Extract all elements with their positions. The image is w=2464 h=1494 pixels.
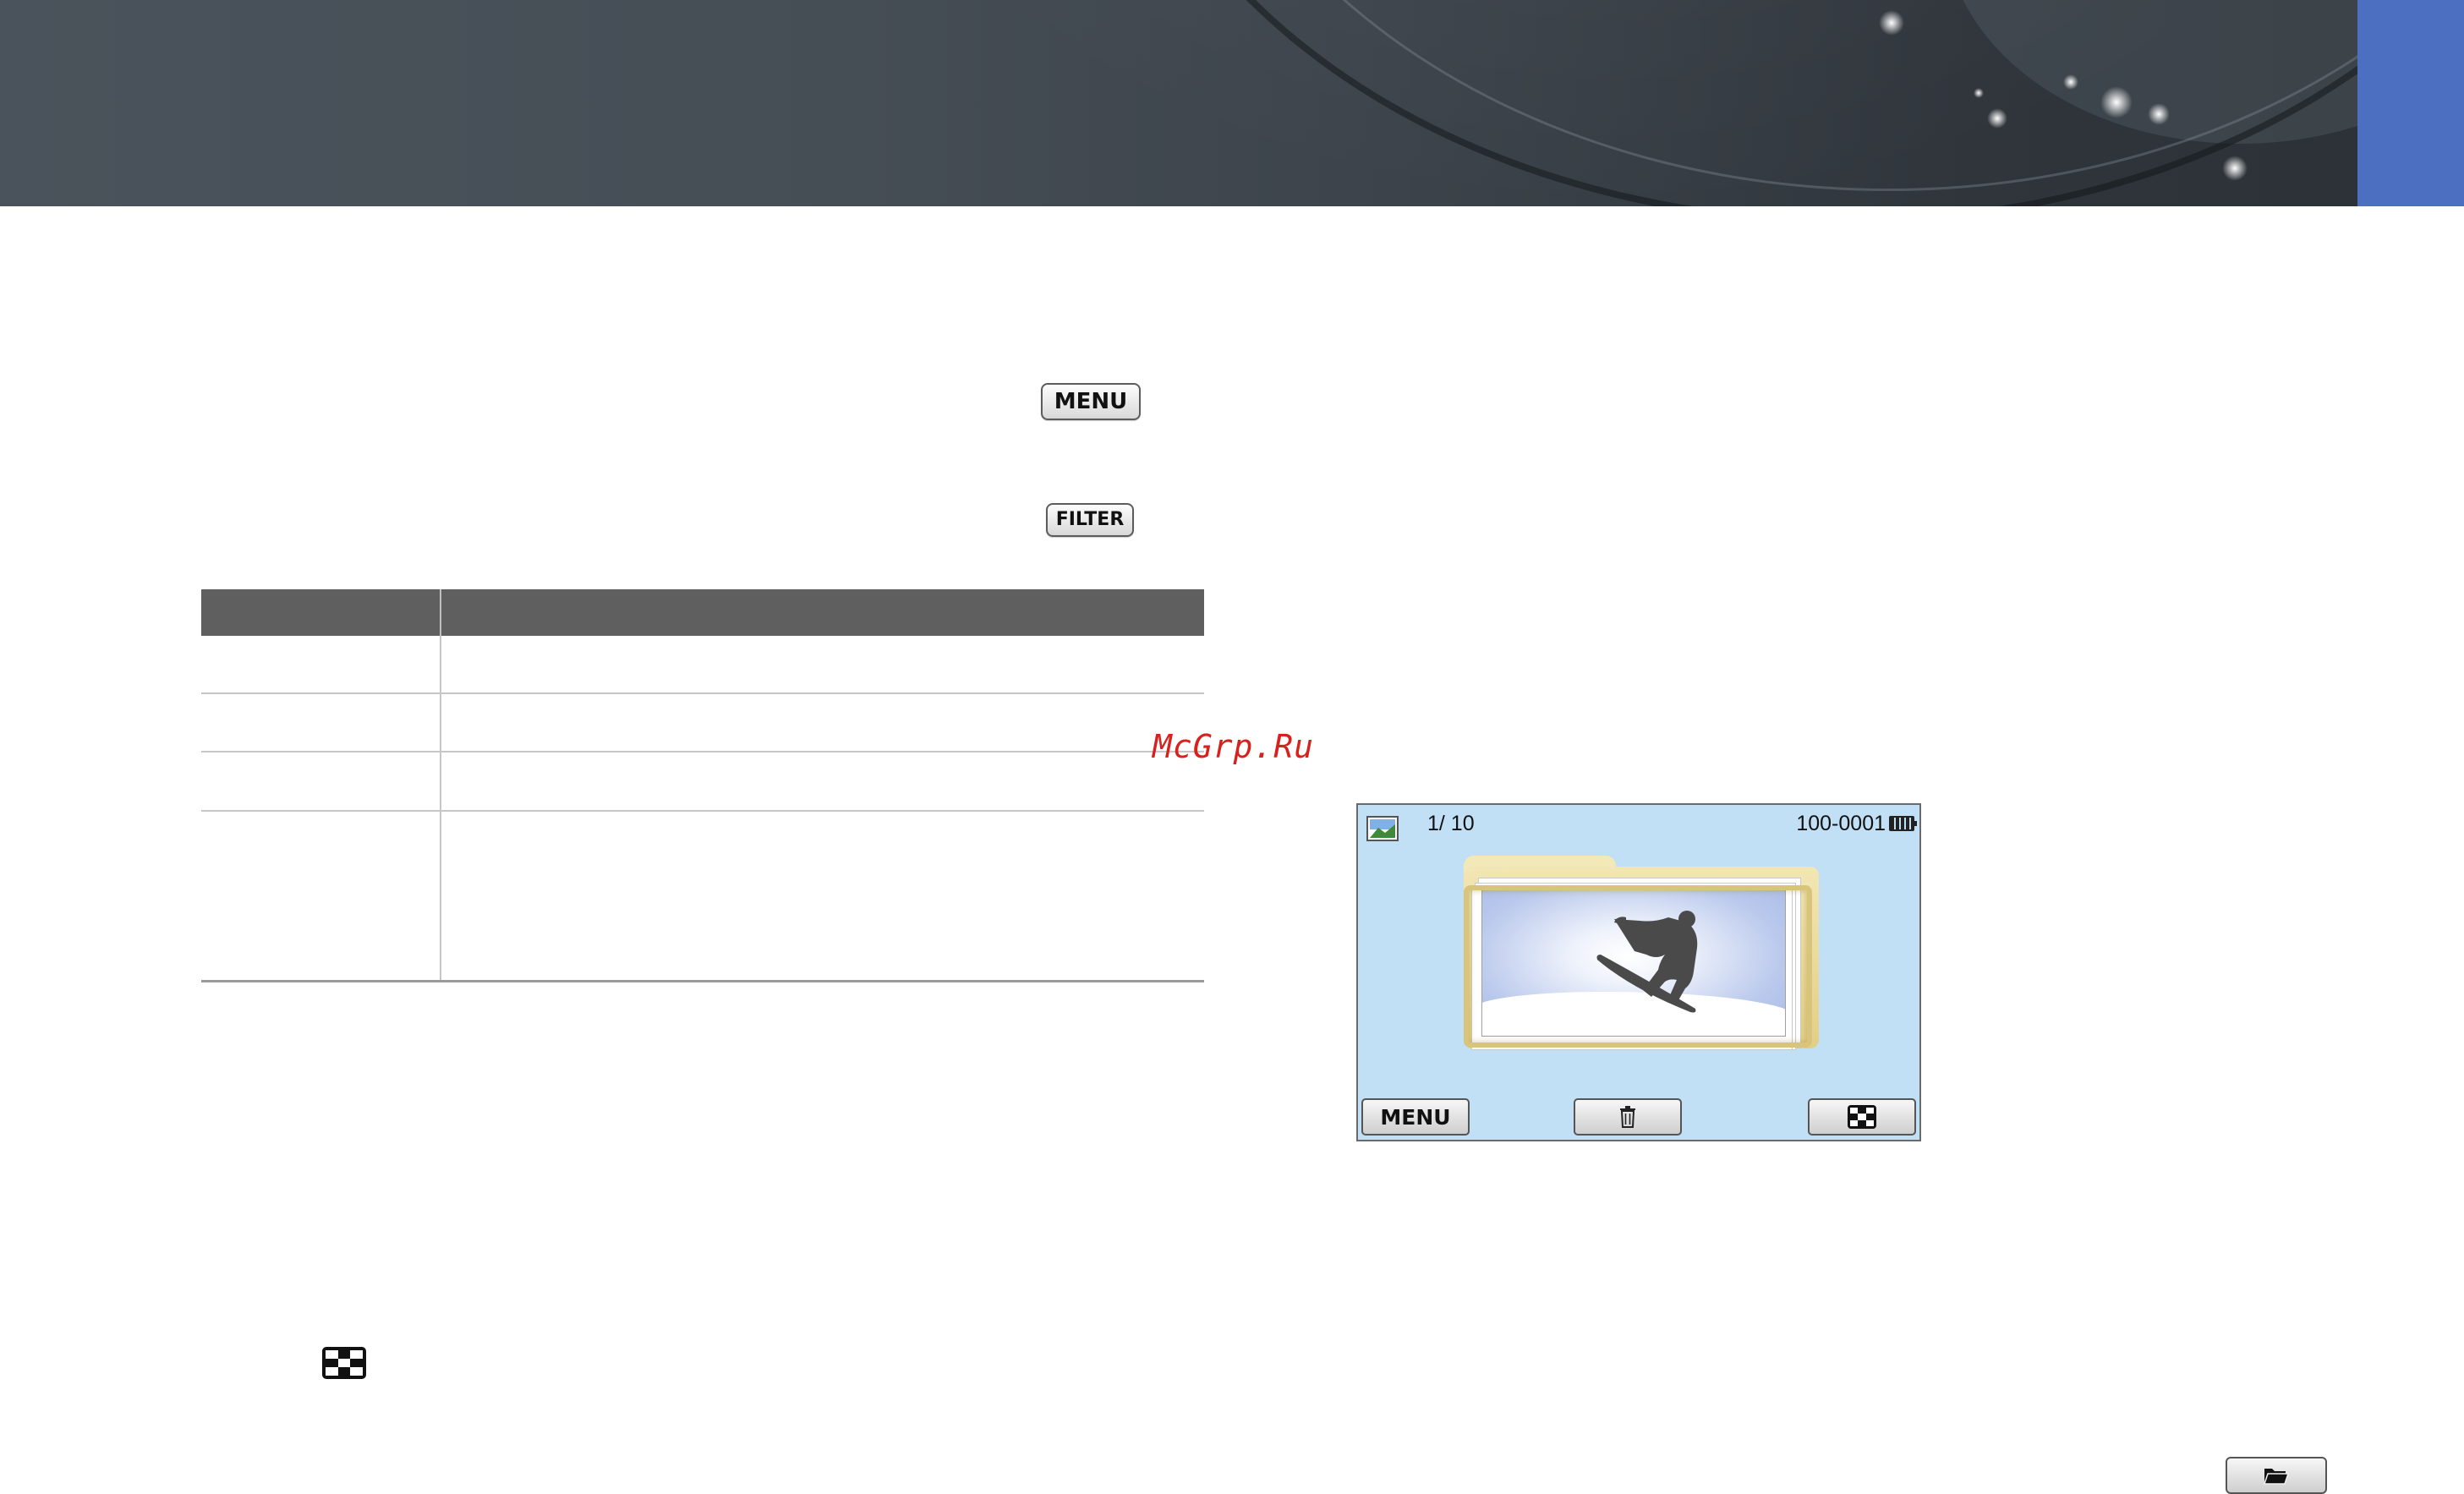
sparkle (2222, 156, 2248, 181)
options-table (201, 589, 1204, 982)
sparkle (2148, 103, 2170, 125)
menu-button-glyph: MENU (1041, 383, 1141, 420)
chapter-tab (2357, 0, 2464, 206)
sparkle (1987, 108, 2007, 129)
screen-delete-button[interactable] (1574, 1098, 1682, 1136)
filter-button-glyph: FILTER (1046, 503, 1134, 537)
table-row (201, 812, 1204, 982)
grid-view-icon (1848, 1105, 1876, 1129)
camera-screen: 1/ 10 100-0001 MENU (1356, 803, 1921, 1141)
column-divider (440, 589, 441, 636)
playback-thumbnail-icon (1366, 816, 1399, 841)
header-banner (0, 0, 2464, 206)
table-row (201, 752, 1204, 812)
grid-view-icon (322, 1347, 366, 1379)
sparkle (2063, 74, 2078, 90)
watermark-text: McGrp.Ru (1153, 728, 1315, 765)
sparkle (1974, 88, 1984, 98)
screen-menu-button[interactable]: MENU (1361, 1098, 1470, 1136)
file-number: 100-0001 (1796, 812, 1886, 835)
sparkle (1879, 10, 1904, 36)
trash-icon (1620, 1106, 1635, 1128)
image-counter: 1/ 10 (1427, 812, 1475, 835)
table-header (201, 589, 1204, 636)
battery-icon (1889, 816, 1917, 831)
sparkle (2100, 86, 2133, 118)
table-row (201, 694, 1204, 752)
table-row (201, 636, 1204, 694)
folder-front (1464, 885, 1812, 1048)
folder-button[interactable] (2226, 1457, 2327, 1494)
screen-grid-button[interactable] (1808, 1098, 1916, 1136)
folder-icon (2264, 1469, 2289, 1485)
